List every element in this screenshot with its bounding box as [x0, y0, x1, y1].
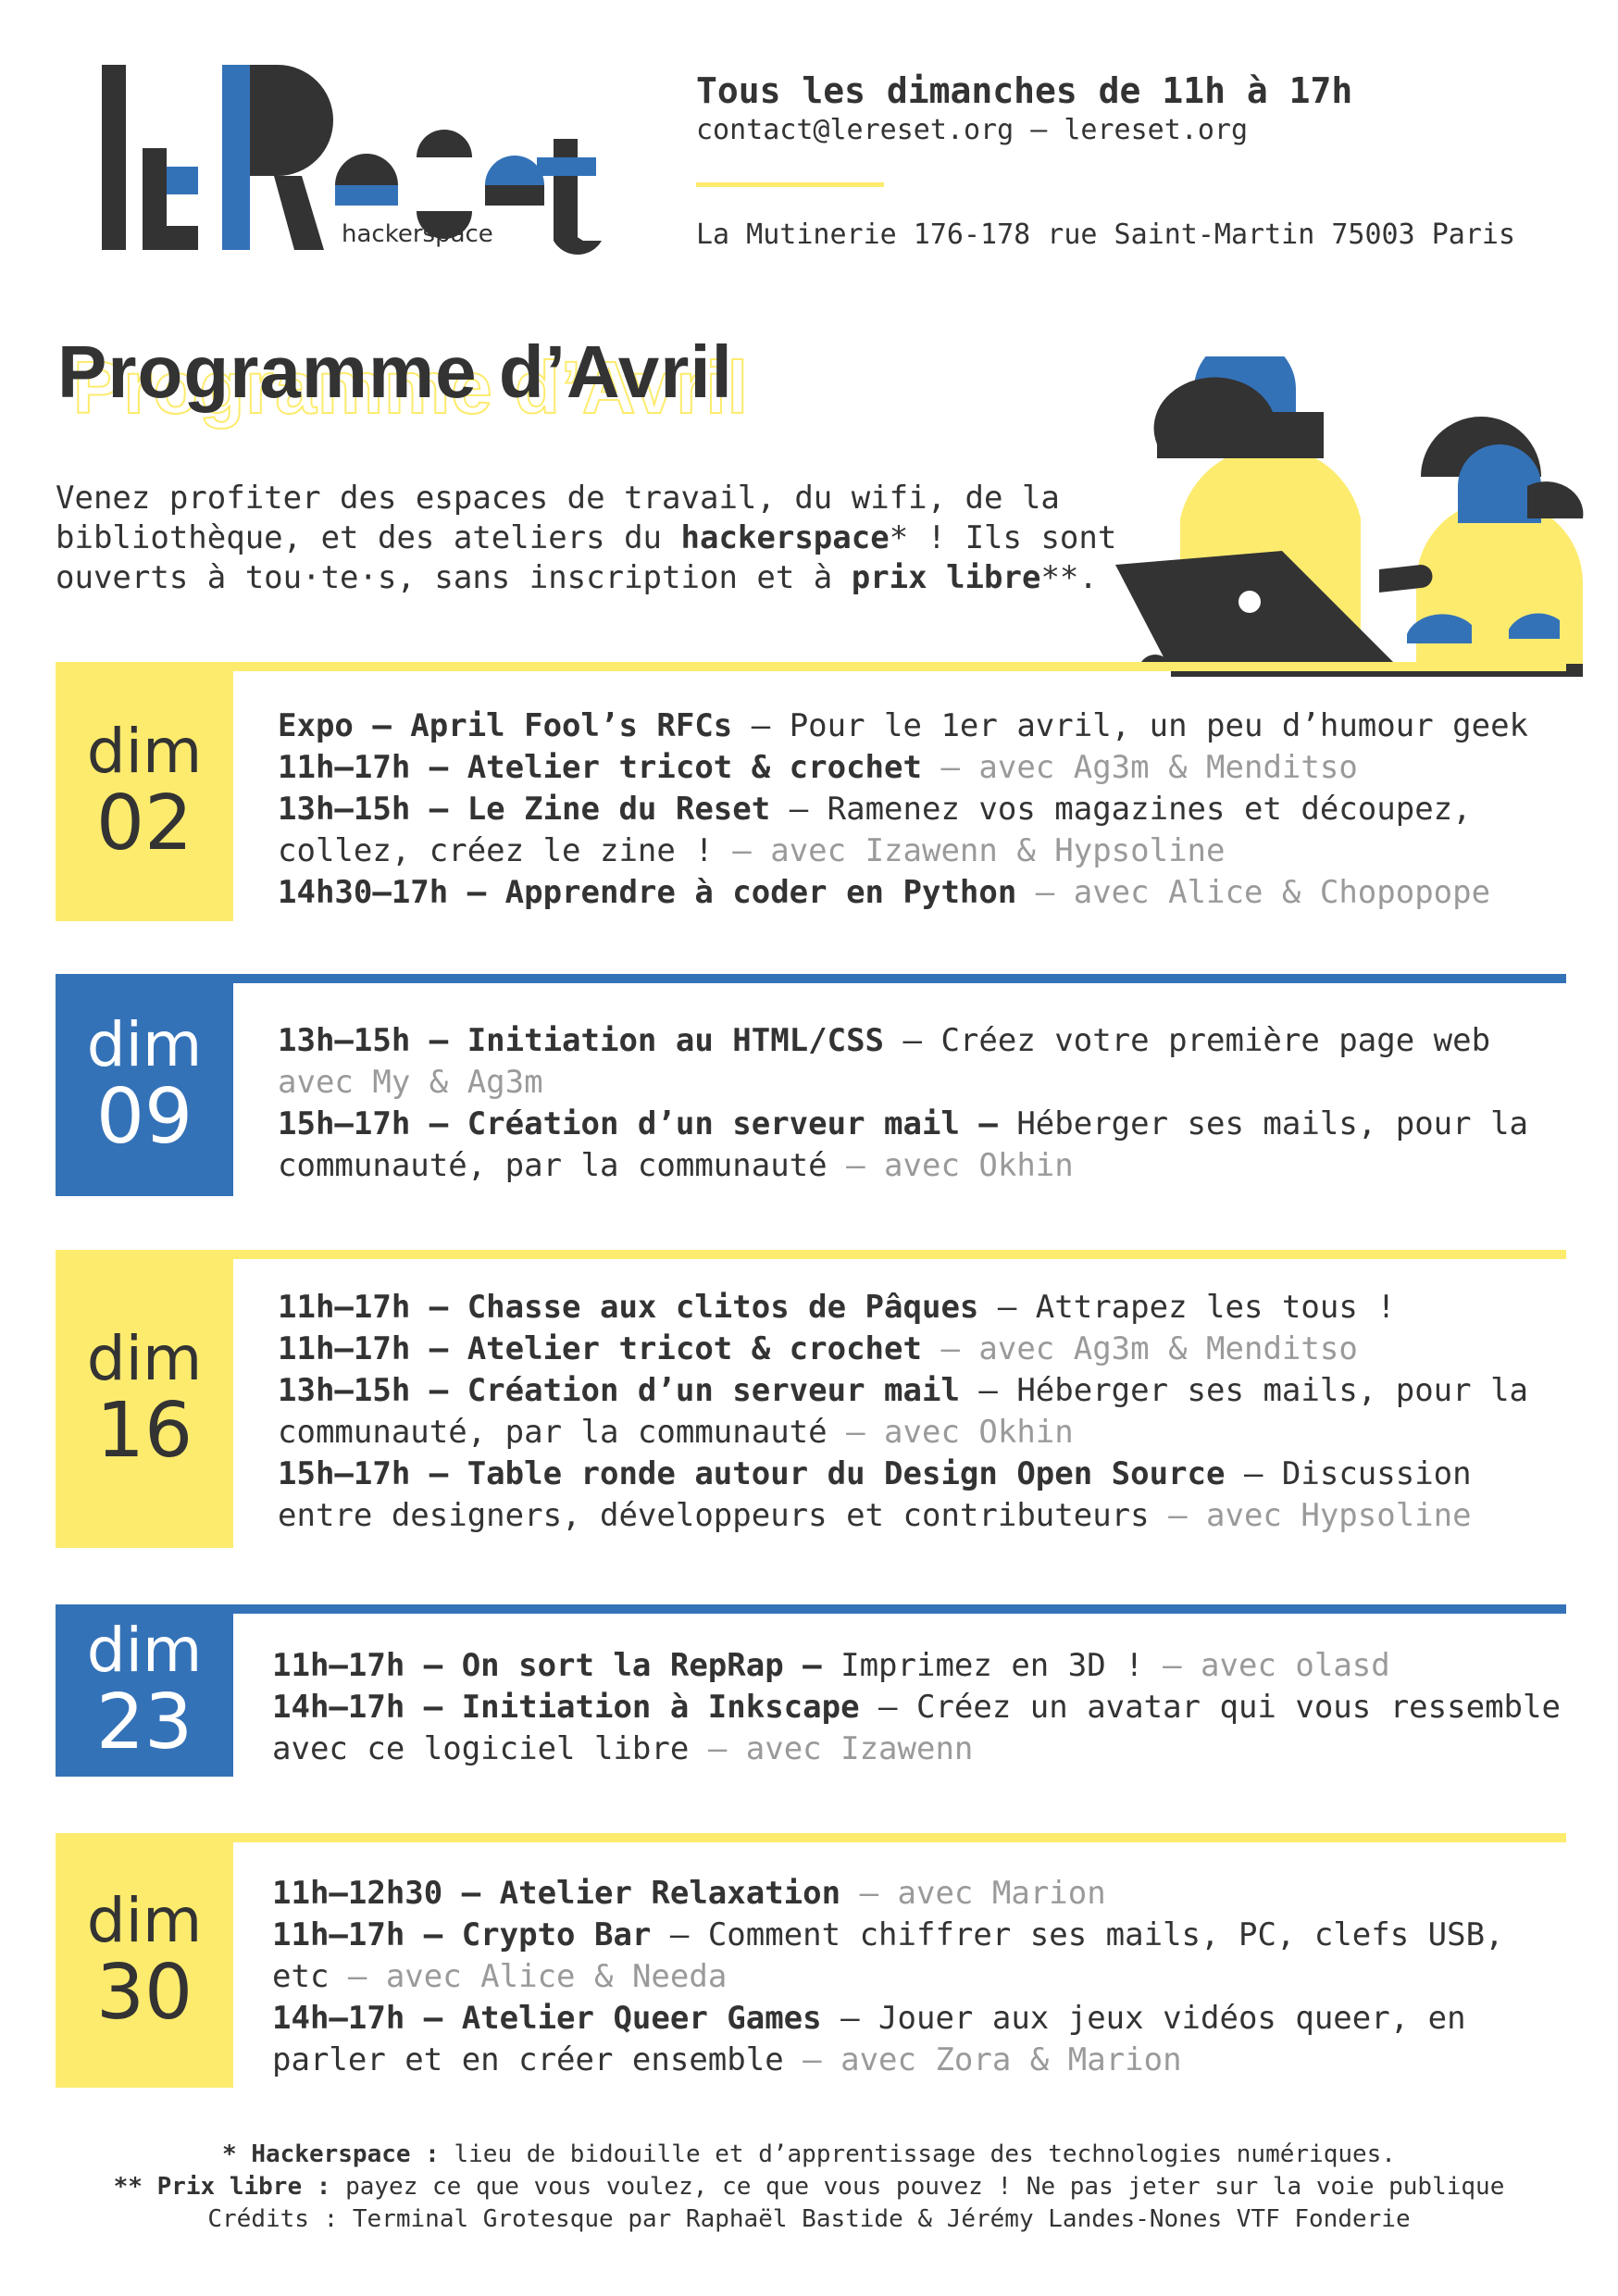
event-host: – avec Okhin [827, 1414, 1074, 1451]
intro-part3: **. [1040, 559, 1098, 596]
event-host: – avec Hypsoline [1149, 1497, 1472, 1534]
event-title: 13h–15h – Création d’un serveur mail [278, 1372, 960, 1409]
event-host: – avec Okhin [827, 1147, 1074, 1184]
day-number: 09 [95, 1073, 193, 1161]
event-desc: – Attrapez les tous ! [978, 1289, 1396, 1326]
day-rule [56, 974, 1566, 983]
event-item: 13h–15h – Initiation au HTML/CSS – Créez… [278, 1020, 1574, 1104]
day-rule [56, 1833, 1566, 1842]
intro-prix-libre: prix libre [851, 559, 1041, 596]
event-title: 14h–17h – Atelier Queer Games [272, 2000, 822, 2037]
event-host: – avec Alice & Chopopope [1016, 874, 1491, 911]
page-title: Programme d’Avril [57, 331, 733, 413]
event-host: – avec Ag3m & Menditso [921, 749, 1358, 786]
day-rule [56, 1250, 1566, 1259]
event-title: 14h30–17h – Apprendre à coder en Python [278, 874, 1017, 911]
event-desc: – Créez votre première page web [884, 1022, 1491, 1059]
event-list: 11h–17h – On sort la RepRap – Imprimez e… [272, 1645, 1568, 1770]
day-number: 30 [95, 1948, 193, 2037]
credits: Crédits : Terminal Grotesque par Raphaël… [207, 2205, 1411, 2233]
event-list: 11h–17h – Chasse aux clitos de Pâques – … [278, 1287, 1574, 1537]
footer: * Hackerspace : lieu de bidouille et d’a… [0, 2139, 1618, 2236]
day-name: dim [86, 1323, 203, 1394]
footnote-text: payez ce que vous voulez, ce que vous po… [330, 2173, 1027, 2201]
day-name: dim [86, 1009, 203, 1080]
day-block-02: dim 02 Expo – April Fool’s RFCs – Pour l… [0, 662, 1618, 921]
event-title: 11h–17h – Atelier tricot & crochet [278, 749, 922, 786]
schedule-text: Tous les dimanches de 11h à 17h [696, 70, 1353, 111]
event-item: 11h–12h30 – Atelier Relaxation – avec Ma… [272, 1873, 1568, 1915]
event-host: – avec olasd [1143, 1647, 1390, 1684]
day-badge: dim 16 [56, 1250, 233, 1548]
event-item: 14h30–17h – Apprendre à coder en Python … [278, 872, 1574, 914]
event-item: 14h–17h – Initiation à Inkscape – Créez … [272, 1687, 1568, 1770]
day-name: dim [86, 716, 203, 787]
event-item: 11h–17h – Crypto Bar – Comment chiffrer … [272, 1915, 1568, 1998]
logo-caption: hackerspace [342, 220, 493, 248]
event-list: Expo – April Fool’s RFCs – Pour le 1er a… [278, 705, 1574, 914]
intro-hackerspace: hackerspace [680, 519, 890, 556]
event-title: Expo – April Fool’s RFCs [278, 707, 733, 744]
footnote-disposal: Ne pas jeter sur la voie publique [1026, 2173, 1505, 2201]
event-title: 14h–17h – Initiation à Inkscape [272, 1689, 860, 1726]
day-name: dim [86, 1884, 203, 1956]
header-divider [696, 182, 884, 187]
event-host: – avec Zora & Marion [783, 2041, 1182, 2078]
event-item: 15h–17h – Table ronde autour du Design O… [278, 1454, 1574, 1537]
day-badge: dim 09 [56, 974, 233, 1196]
day-block-23: dim 23 11h–17h – On sort la RepRap – Imp… [0, 1604, 1618, 1777]
day-block-09: dim 09 13h–15h – Initiation au HTML/CSS … [0, 974, 1618, 1196]
footnote-hackerspace: * Hackerspace : lieu de bidouille et d’a… [0, 2139, 1618, 2171]
event-host: – avec Izawenn & Hypsoline [713, 832, 1226, 869]
event-item: Expo – April Fool’s RFCs – Pour le 1er a… [278, 705, 1574, 747]
event-host: – avec Marion [840, 1875, 1106, 1912]
day-block-30: dim 30 11h–12h30 – Atelier Relaxation – … [0, 1833, 1618, 2088]
event-title: 15h–17h – Table ronde autour du Design O… [278, 1455, 1226, 1492]
event-host: – avec Alice & Needa [329, 1958, 728, 1995]
event-title: 11h–17h – Crypto Bar [272, 1916, 652, 1953]
footnote-text: lieu de bidouille et d’apprentissage des… [439, 2140, 1396, 2168]
event-item: 14h–17h – Atelier Queer Games – Jouer au… [272, 1998, 1568, 2081]
event-item: 11h–17h – Chasse aux clitos de Pâques – … [278, 1287, 1574, 1329]
event-title: 11h–17h – On sort la RepRap – [272, 1647, 822, 1684]
address-text: La Mutinerie 176-178 rue Saint-Martin 75… [696, 218, 1516, 251]
day-rule [56, 662, 1566, 671]
event-item: 11h–17h – Atelier tricot & crochet – ave… [278, 747, 1574, 789]
event-item: 13h–15h – Le Zine du Reset – Ramenez vos… [278, 789, 1574, 872]
people-laptop-illustration [1115, 356, 1584, 677]
event-title: 15h–17h – Création d’un serveur mail – [278, 1105, 998, 1142]
contact-text: contact@lereset.org – lereset.org [696, 114, 1249, 146]
event-title: 13h–15h – Initiation au HTML/CSS [278, 1022, 885, 1059]
day-rule [56, 1604, 1566, 1614]
event-item: 13h–15h – Création d’un serveur mail – H… [278, 1370, 1574, 1454]
event-host: avec My & Ag3m [278, 1064, 543, 1101]
day-badge: dim 02 [56, 662, 233, 921]
day-number: 23 [95, 1678, 193, 1766]
day-block-16: dim 16 11h–17h – Chasse aux clitos de Pâ… [0, 1250, 1618, 1548]
footnote-term: * Hackerspace : [222, 2140, 440, 2168]
event-list: 13h–15h – Initiation au HTML/CSS – Créez… [278, 1020, 1574, 1187]
day-badge: dim 30 [56, 1833, 233, 2088]
intro-paragraph: Venez profiter des espaces de travail, d… [56, 479, 1120, 598]
day-number: 16 [95, 1387, 193, 1475]
day-number: 02 [95, 780, 193, 867]
event-desc: Imprimez en 3D ! [821, 1647, 1144, 1684]
event-desc: – Pour le 1er avril, un peu d’humour gee… [732, 707, 1529, 744]
event-host: – avec Ag3m & Menditso [921, 1330, 1358, 1367]
footnote-prix-libre: ** Prix libre : payez ce que vous voulez… [0, 2171, 1618, 2203]
event-list: 11h–12h30 – Atelier Relaxation – avec Ma… [272, 1873, 1568, 2081]
event-host: – avec Izawenn [689, 1730, 974, 1767]
event-title: 11h–12h30 – Atelier Relaxation [272, 1875, 841, 1912]
footnote-term: ** Prix libre : [113, 2173, 331, 2201]
event-item: 11h–17h – On sort la RepRap – Imprimez e… [272, 1645, 1568, 1687]
event-item: 11h–17h – Atelier tricot & crochet – ave… [278, 1329, 1574, 1370]
event-title: 11h–17h – Chasse aux clitos de Pâques [278, 1289, 979, 1326]
day-name: dim [86, 1615, 203, 1686]
event-item: 15h–17h – Création d’un serveur mail – H… [278, 1104, 1574, 1187]
event-title: 13h–15h – Le Zine du Reset [278, 791, 771, 828]
event-title: 11h–17h – Atelier tricot & crochet [278, 1330, 922, 1367]
day-badge: dim 23 [56, 1604, 233, 1777]
